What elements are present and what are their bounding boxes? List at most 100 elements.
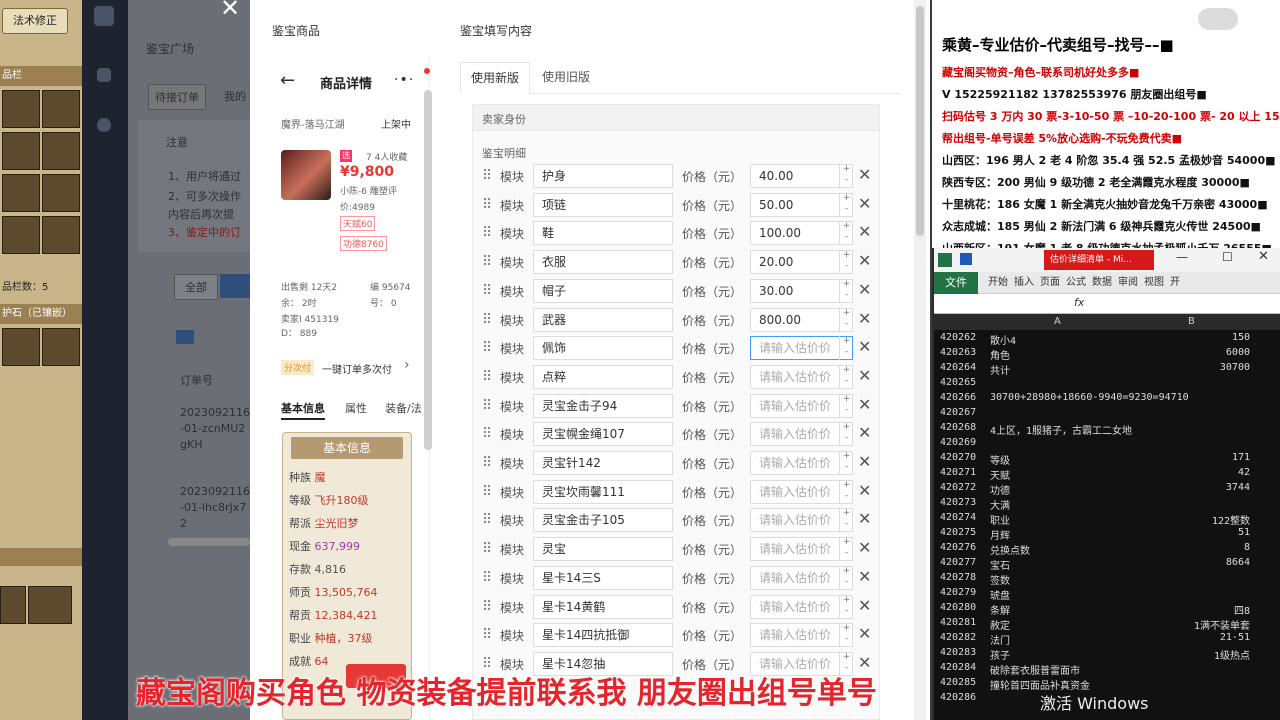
price-input[interactable]: 请输入估价价 — [750, 594, 853, 619]
cell-b[interactable]: 1满不装单套 — [1164, 617, 1250, 632]
scroll-thumb[interactable] — [916, 6, 924, 236]
ribbon-tab[interactable]: 开始 — [988, 272, 1008, 294]
drag-handle-icon[interactable]: ⠿ — [482, 370, 492, 384]
chevron-right-icon[interactable]: › — [404, 357, 410, 373]
cell-b[interactable]: 8 — [1164, 542, 1250, 553]
stepper-icon[interactable]: + - — [839, 192, 853, 217]
cell-a[interactable]: 条解 — [990, 602, 1010, 617]
cell-a[interactable]: 月辉 — [990, 527, 1010, 542]
module-name-input[interactable]: 星卡14三S — [533, 565, 673, 590]
module-name-input[interactable]: 点粹 — [533, 364, 673, 389]
cell-b[interactable]: 6000 — [1164, 347, 1250, 358]
drag-handle-icon[interactable]: ⠿ — [482, 600, 492, 614]
cell-a[interactable]: 破除套衣服普雷面市 — [990, 662, 1080, 677]
tab-basic-info[interactable]: 基本信息 — [281, 400, 325, 420]
drag-handle-icon[interactable]: ⠿ — [482, 226, 492, 240]
preview-scrollbar[interactable] — [424, 90, 432, 450]
price-input[interactable]: 请输入估价价 — [750, 508, 853, 533]
module-name-input[interactable]: 护身 — [533, 164, 673, 188]
price-input[interactable]: 请输入估价价 — [750, 336, 853, 361]
delete-icon[interactable]: ✕ — [858, 624, 871, 644]
module-name-input[interactable]: 项链 — [533, 192, 673, 217]
module-name-input[interactable]: 衣服 — [533, 250, 673, 275]
ribbon-tab[interactable]: 视图 — [1144, 272, 1164, 294]
cell-b[interactable]: 21-51 — [1164, 632, 1250, 643]
file-icon[interactable] — [97, 68, 111, 82]
tab-attributes[interactable]: 属性 — [345, 400, 367, 416]
cell-b[interactable]: 171 — [1164, 452, 1250, 463]
maximize-icon[interactable]: ☐ — [1222, 250, 1233, 264]
delete-icon[interactable]: ✕ — [858, 222, 871, 242]
delete-icon[interactable]: ✕ — [858, 423, 871, 443]
bg-tab[interactable]: 我的 — [224, 88, 246, 104]
modal-scrollbar[interactable] — [914, 0, 926, 720]
price-input[interactable]: 请输入估价价 — [750, 422, 853, 447]
delete-icon[interactable]: ✕ — [858, 452, 871, 472]
order-number[interactable]: 2023092116-01-zcnMU2gKH — [180, 405, 250, 453]
module-name-input[interactable]: 星卡14四抗抵御 — [533, 623, 673, 648]
stepper-icon[interactable]: + - — [839, 451, 853, 475]
delete-icon[interactable]: ✕ — [858, 567, 871, 587]
minimize-icon[interactable]: — — [1176, 250, 1188, 264]
cell-b[interactable]: 122整数 — [1164, 512, 1250, 527]
stepper-icon[interactable]: + - — [839, 364, 853, 389]
price-input[interactable]: 请输入估价价 — [750, 479, 853, 504]
drag-handle-icon[interactable]: ⠿ — [482, 571, 492, 585]
stepper-icon[interactable]: + - — [839, 479, 853, 504]
cell-a[interactable]: 等级 — [990, 452, 1010, 467]
column-b[interactable]: B — [1188, 316, 1195, 327]
cell-b[interactable]: 42 — [1164, 467, 1250, 478]
close-icon[interactable]: ✕ — [1258, 249, 1269, 264]
drag-handle-icon[interactable]: ⠿ — [482, 284, 492, 298]
installment-text[interactable]: 一键订单多次付 — [322, 361, 392, 376]
ribbon-tab[interactable]: 插入 — [1014, 272, 1034, 294]
module-name-input[interactable]: 灵宝幌金绳107 — [533, 422, 673, 447]
cell-a[interactable]: 兑换点数 — [990, 542, 1030, 557]
character-avatar[interactable] — [281, 150, 331, 200]
back-arrow-icon[interactable]: ← — [280, 70, 295, 91]
module-name-input[interactable]: 灵宝金击子94 — [533, 393, 673, 418]
cell-a[interactable]: 签数 — [990, 572, 1010, 587]
item-slot[interactable] — [42, 174, 80, 212]
cell-a[interactable]: 职业 — [990, 512, 1010, 527]
delete-icon[interactable]: ✕ — [858, 538, 871, 558]
price-input[interactable]: 30.00 — [750, 278, 853, 303]
cell-a[interactable]: 赦定 — [990, 617, 1010, 632]
item-slot[interactable] — [42, 90, 80, 128]
h-scrollbar[interactable] — [168, 538, 250, 546]
cell-a[interactable]: 法门 — [990, 632, 1010, 647]
cell-a[interactable]: 孩子 — [990, 647, 1010, 662]
price-input[interactable]: 40.00 — [750, 164, 853, 188]
ribbon-tab[interactable]: 审阅 — [1118, 272, 1138, 294]
delete-icon[interactable]: ✕ — [858, 481, 871, 501]
price-input[interactable]: 50.00 — [750, 192, 853, 217]
price-input[interactable]: 请输入估价价 — [750, 393, 853, 418]
stepper-icon[interactable]: + - — [839, 221, 853, 246]
stepper-icon[interactable]: + - — [839, 594, 853, 619]
stepper-icon[interactable]: + - — [839, 307, 853, 332]
cell-b[interactable]: 3744 — [1164, 482, 1250, 493]
stepper-icon[interactable]: + - — [839, 537, 853, 562]
cell-b[interactable]: 30700 — [1164, 362, 1250, 373]
cell-a[interactable]: 4上区，1服猪子，古霸工二女地 — [990, 422, 1132, 437]
delete-icon[interactable]: ✕ — [858, 251, 871, 271]
gem-slot[interactable] — [2, 328, 40, 366]
tab-new-version[interactable]: 使用新版 — [460, 62, 531, 94]
cell-b[interactable]: 51 — [1164, 527, 1250, 538]
cell-a[interactable]: 功德 — [990, 482, 1010, 497]
item-slot[interactable] — [42, 132, 80, 170]
item-slot[interactable] — [2, 216, 40, 254]
drag-handle-icon[interactable]: ⠿ — [482, 169, 492, 183]
ribbon-tab[interactable]: 公式 — [1066, 272, 1086, 294]
more-icon[interactable]: ·•· — [394, 72, 414, 88]
price-input[interactable]: 请输入估价价 — [750, 565, 853, 590]
module-name-input[interactable]: 佩饰 — [533, 336, 673, 361]
user-icon[interactable] — [97, 118, 111, 132]
ribbon-tab[interactable]: 页面 — [1040, 272, 1060, 294]
price-input[interactable]: 20.00 — [750, 250, 853, 275]
stepper-icon[interactable]: + - — [839, 164, 853, 188]
excel-file-tab[interactable]: 文件 — [934, 272, 978, 294]
price-input[interactable]: 请输入估价价 — [750, 537, 853, 562]
formula-bar[interactable]: fx — [934, 294, 1280, 314]
module-name-input[interactable]: 帽子 — [533, 278, 673, 303]
